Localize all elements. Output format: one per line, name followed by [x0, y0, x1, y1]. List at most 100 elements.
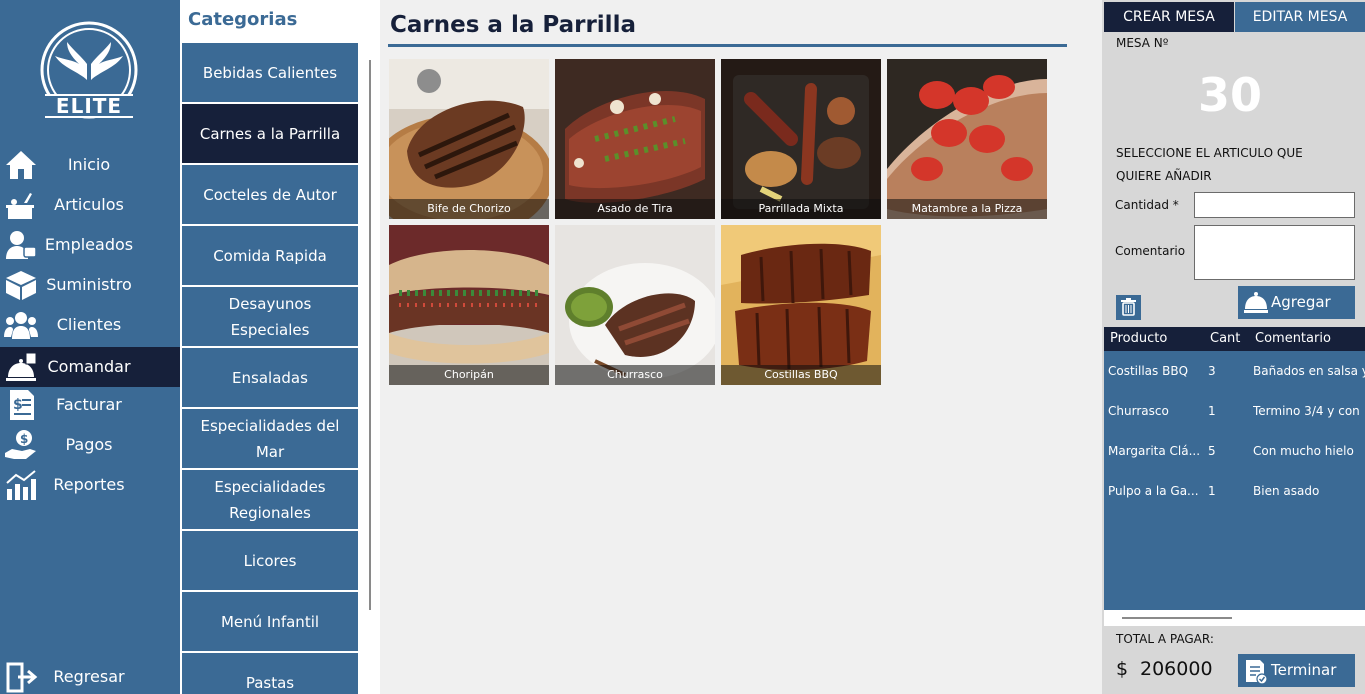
categories-list: Bebidas Calientes Carnes a la Parrilla C… [180, 42, 380, 694]
categories-scrollbar[interactable] [369, 60, 371, 610]
category-licores[interactable]: Licores [182, 531, 358, 590]
cell-product: Costillas BBQ [1108, 364, 1189, 378]
table-row[interactable]: Costillas BBQ 3 Bañados en salsa y [1104, 351, 1365, 391]
nav-label: Suministro [46, 275, 132, 294]
comment-input[interactable] [1194, 225, 1355, 280]
product-card-choripan[interactable]: Choripán [389, 225, 549, 385]
nav-item-suministro[interactable]: Suministro [0, 265, 180, 305]
title-divider [388, 44, 1067, 47]
product-image [721, 225, 881, 385]
product-name: Bife de Chorizo [389, 199, 549, 219]
cell-qty: 1 [1208, 404, 1216, 418]
product-card-asado-de-tira[interactable]: Asado de Tira [555, 59, 715, 219]
category-bebidas-calientes[interactable]: Bebidas Calientes [182, 43, 358, 102]
category-comida-rapida[interactable]: Comida Rapida [182, 226, 358, 285]
category-menu-infantil[interactable]: Menú Infantil [182, 592, 358, 651]
nav-item-facturar[interactable]: $ Facturar [0, 385, 180, 425]
category-carnes-a-la-parrilla[interactable]: Carnes a la Parrilla [182, 104, 358, 163]
cell-qty: 5 [1208, 444, 1216, 458]
add-button[interactable]: Agregar [1238, 286, 1355, 319]
food-tray-icon [6, 193, 34, 219]
home-icon [6, 151, 36, 179]
finish-button-label: Terminar [1271, 661, 1337, 679]
category-especialidades-del-mar[interactable]: Especialidades del Mar [182, 409, 358, 468]
svg-text:$: $ [20, 432, 28, 446]
table-number: 30 [1197, 68, 1262, 122]
logo-text: ELITE [55, 94, 123, 118]
product-image [721, 59, 881, 219]
column-header-qty[interactable]: Cant [1210, 327, 1240, 351]
tab-editar-mesa[interactable]: EDITAR MESA [1235, 2, 1365, 32]
select-item-message: SELECCIONE EL ARTICULO QUE QUIERE AÑADIR [1116, 142, 1346, 188]
table-row[interactable]: Margarita Clá... 5 Con mucho hielo [1104, 431, 1365, 471]
clients-icon [4, 312, 38, 339]
invoice-icon: $ [10, 390, 34, 420]
quantity-input[interactable] [1194, 192, 1355, 218]
select-message-line-1: SELECCIONE EL ARTICULO QUE [1116, 146, 1303, 160]
page-title: Carnes a la Parrilla [390, 12, 636, 38]
product-image [389, 225, 549, 385]
cell-comment: Con mucho hielo [1253, 444, 1354, 458]
nav-item-inicio[interactable]: Inicio [0, 145, 180, 185]
category-especialidades-regionales[interactable]: Especialidades Regionales [182, 470, 358, 529]
select-message-line-2: QUIERE AÑADIR [1116, 169, 1212, 183]
category-cocteles-de-autor[interactable]: Cocteles de Autor [182, 165, 358, 224]
product-card-parrillada-mixta[interactable]: Parrillada Mixta [721, 59, 881, 219]
cell-product: Pulpo a la Ga... [1108, 484, 1199, 498]
cloche-order-icon [6, 352, 37, 381]
product-card-matambre-a-la-pizza[interactable]: Matambre a la Pizza [887, 59, 1047, 219]
nav-item-regresar[interactable]: Regresar [0, 657, 180, 694]
nav-item-reportes[interactable]: Reportes [0, 465, 180, 505]
elite-logo: ELITE [39, 20, 139, 122]
scrollbar-thumb[interactable] [1122, 617, 1232, 619]
quantity-label: Cantidad * [1115, 198, 1179, 212]
tab-crear-mesa[interactable]: CREAR MESA [1104, 2, 1234, 32]
nav-label: Articulos [54, 195, 124, 214]
products-panel: Carnes a la Parrilla Bife de Chorizo Asa… [382, 0, 1102, 694]
table-row[interactable]: Churrasco 1 Termino 3/4 y con [1104, 391, 1365, 431]
exit-door-icon [6, 662, 38, 693]
table-header: Producto Cant Comentario [1104, 327, 1365, 351]
table-horizontal-scrollbar[interactable] [1104, 610, 1365, 626]
category-ensaladas[interactable]: Ensaladas [182, 348, 358, 407]
finish-button[interactable]: Terminar [1238, 654, 1355, 687]
category-pastas[interactable]: Pastas [182, 653, 358, 694]
delete-button[interactable] [1116, 295, 1141, 320]
product-name: Costillas BBQ [721, 365, 881, 385]
nav-item-clientes[interactable]: Clientes [0, 305, 180, 345]
product-card-costillas-bbq[interactable]: Costillas BBQ [721, 225, 881, 385]
nav-label: Clientes [56, 315, 122, 334]
order-panel: CREAR MESA EDITAR MESA MESA Nº 30 SELECC… [1102, 0, 1365, 694]
nav-label: Reportes [53, 475, 125, 494]
cell-qty: 3 [1208, 364, 1216, 378]
nav-item-pagos[interactable]: $ Pagos [0, 425, 180, 465]
nav-item-comandar[interactable]: Comandar [0, 347, 180, 387]
document-check-icon [1246, 660, 1268, 685]
product-name: Churrasco [555, 365, 715, 385]
column-header-product[interactable]: Producto [1110, 327, 1167, 351]
cloche-icon [1244, 292, 1268, 313]
product-image [555, 59, 715, 219]
product-card-bife-de-chorizo[interactable]: Bife de Chorizo [389, 59, 549, 219]
table-number-label: MESA Nº [1116, 36, 1169, 50]
product-image [389, 59, 549, 219]
employee-icon [6, 231, 37, 259]
nav-item-articulos[interactable]: Articulos [0, 185, 180, 225]
category-desayunos-especiales[interactable]: Desayunos Especiales [182, 287, 358, 346]
comment-label: Comentario [1115, 244, 1186, 258]
nav-item-empleados[interactable]: Empleados [0, 225, 180, 265]
box-icon [6, 271, 36, 300]
cell-qty: 1 [1208, 484, 1216, 498]
cell-comment: Bien asado [1253, 484, 1320, 498]
nav-label: Inicio [67, 155, 111, 174]
product-name: Asado de Tira [555, 199, 715, 219]
sidebar-nav: ELITE Inicio Articulos Empleados Suminis… [0, 0, 180, 694]
currency-symbol: $ [1116, 658, 1129, 680]
column-header-comment[interactable]: Comentario [1255, 327, 1331, 351]
product-card-churrasco[interactable]: Churrasco [555, 225, 715, 385]
table-row[interactable]: Pulpo a la Ga... 1 Bien asado [1104, 471, 1365, 511]
svg-text:$: $ [13, 397, 23, 413]
add-button-label: Agregar [1271, 293, 1331, 311]
cell-comment: Termino 3/4 y con [1253, 404, 1360, 418]
cell-product: Margarita Clá... [1108, 444, 1201, 458]
